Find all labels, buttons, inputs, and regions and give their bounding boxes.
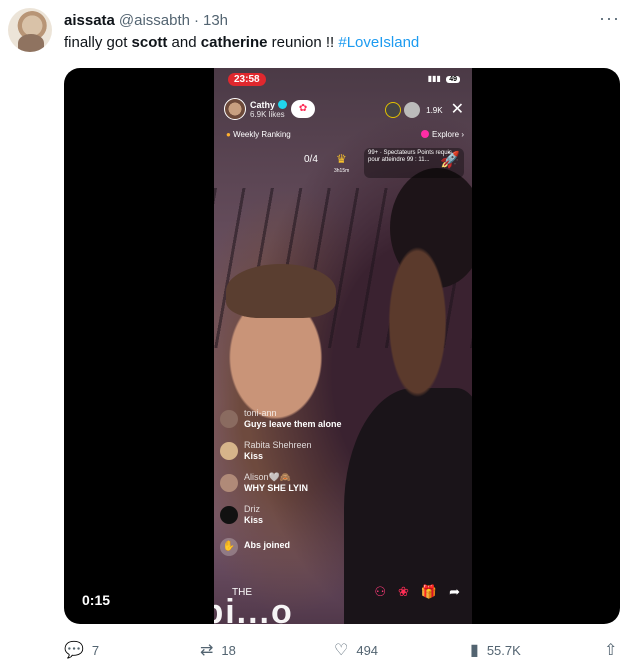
heart-icon: ♡	[334, 642, 349, 659]
like-button[interactable]: ♡ 494	[334, 640, 378, 660]
upload-icon: ⇧	[604, 642, 618, 659]
more-options-icon[interactable]: ···	[599, 8, 620, 29]
comment-user: toni-ann	[244, 408, 277, 418]
tweet-timestamp[interactable]: 13h	[203, 12, 228, 29]
host-avatar[interactable]	[224, 98, 246, 120]
comment-user: Driz	[244, 504, 260, 514]
tweet-text-bold-catherine: catherine	[200, 34, 268, 51]
close-icon[interactable]: ✕	[451, 102, 464, 118]
gift-icon[interactable]: 🎁	[421, 584, 437, 600]
viewer-avatar[interactable]	[385, 102, 402, 118]
host-name-row: Cathy	[250, 99, 288, 110]
host-likes: 6.9K likes	[250, 109, 285, 119]
comment-text: Guys leave them alone	[244, 419, 342, 429]
video-player[interactable]: 23:58 ▮▮▮ 49 Cathy 6.9K likes ✿ 1.9K ✕ ●…	[64, 68, 620, 624]
live-bottom-bar: THE ⚇ ❀ 🎁 ➦ Obi...o	[214, 584, 472, 624]
explore-icon	[420, 130, 429, 138]
join-notice: ✋ Abs joined	[220, 536, 360, 556]
views-icon: ▮	[470, 642, 479, 659]
live-host[interactable]: Cathy 6.9K likes ✿	[224, 98, 316, 120]
flame-icon: ●	[226, 130, 231, 139]
rose-icon[interactable]: ❀	[398, 584, 409, 600]
host-info: Cathy 6.9K likes	[250, 99, 288, 119]
tweet-text-bold-scott: scott	[131, 34, 168, 51]
view-count: 55.7K	[486, 642, 521, 658]
comment-body: Rabita Shehreen Kiss	[244, 440, 312, 462]
verified-icon	[278, 100, 288, 109]
reply-count: 7	[91, 642, 100, 658]
signal-icon: ▮▮▮	[427, 74, 441, 83]
views-button[interactable]: ▮ 55.7K	[470, 640, 521, 660]
comment-item: toni-ann Guys leave them alone	[220, 408, 360, 430]
battery-icon: 49	[446, 76, 460, 83]
comment-text: WHY SHE LYIN	[244, 483, 309, 493]
share-icon[interactable]: ➦	[449, 584, 460, 600]
live-comments: toni-ann Guys leave them alone Rabita Sh…	[220, 408, 360, 566]
share-button[interactable]: ⇧	[604, 640, 625, 660]
comment-body: toni-ann Guys leave them alone	[244, 408, 342, 430]
comment-item: Alison🤍🙈 WHY SHE LYIN	[220, 472, 360, 494]
comment-avatar[interactable]	[220, 410, 238, 428]
weekly-ranking-label: Weekly Ranking	[233, 130, 291, 139]
comment-body: Driz Kiss	[244, 504, 263, 526]
comment-avatar[interactable]	[220, 474, 238, 492]
viewer-bar: 1.9K ✕	[382, 102, 464, 118]
like-count: 494	[356, 642, 379, 658]
video-timestamp: 0:15	[82, 592, 111, 608]
retweet-count: 18	[221, 642, 236, 658]
reply-icon: 💬	[64, 642, 84, 659]
comment-item: Rabita Shehreen Kiss	[220, 440, 360, 462]
guests-icon[interactable]: ⚇	[374, 584, 386, 600]
comment-text: Kiss	[244, 451, 264, 461]
comment-text: Kiss	[244, 515, 264, 525]
video-frame[interactable]: 23:58 ▮▮▮ 49 Cathy 6.9K likes ✿ 1.9K ✕ ●…	[214, 68, 472, 624]
retweet-icon: ⇄	[200, 642, 214, 659]
comment-avatar[interactable]	[220, 442, 238, 460]
person-right	[368, 218, 472, 478]
author-display-name[interactable]: aissata	[64, 12, 115, 29]
phone-clock: 23:58	[228, 73, 266, 86]
weekly-ranking[interactable]: ● Weekly Ranking	[226, 130, 291, 139]
crown-timer: 3h15m	[334, 168, 350, 174]
author-avatar[interactable]	[8, 8, 52, 52]
explore-label: Explore ›	[431, 130, 464, 139]
crown-icon[interactable]: ♛	[336, 152, 347, 166]
wave-icon: ✋	[220, 538, 238, 556]
tweet-actions: 💬 7 ⇄ 18 ♡ 494 ▮ 55.7K ⇧	[64, 638, 620, 662]
phone-status-icons: ▮▮▮ 49	[428, 74, 460, 83]
tweet-text: finally got scott and catherine reunion …	[64, 33, 419, 53]
reply-button[interactable]: 💬 7	[64, 640, 99, 660]
comment-user: Alison🤍🙈	[244, 472, 291, 482]
rocket-icon[interactable]: 🚀	[440, 150, 460, 170]
viewer-avatar[interactable]	[404, 102, 421, 118]
tweet-text-part: finally got	[64, 34, 132, 51]
tweet-header: aissata @aissabth · 13h ···	[64, 8, 622, 30]
tweet-text-part: and	[167, 34, 201, 51]
tweet-text-part: reunion !!	[267, 34, 339, 51]
author-handle[interactable]: @aissabth	[119, 12, 190, 29]
comment-item: Driz Kiss	[220, 504, 360, 526]
viewer-count[interactable]: 1.9K	[426, 106, 442, 115]
comment-user: Rabita Shehreen	[244, 440, 312, 450]
retweet-button[interactable]: ⇄ 18	[200, 640, 236, 660]
live-action-icons: ⚇ ❀ 🎁 ➦	[374, 584, 460, 600]
separator-dot: ·	[193, 11, 199, 29]
hashtag-link[interactable]: #LoveIsland	[338, 34, 419, 51]
person-left-hair	[226, 264, 336, 318]
goal-counter: 0/4	[304, 154, 318, 165]
explore-button[interactable]: Explore ›	[420, 130, 464, 139]
overlay-caption: Obi...o	[214, 593, 294, 624]
join-text: Abs joined	[244, 540, 291, 550]
host-name: Cathy	[250, 99, 276, 110]
comment-avatar[interactable]	[220, 506, 238, 524]
comment-body: Alison🤍🙈 WHY SHE LYIN	[244, 472, 308, 494]
follow-button[interactable]: ✿	[291, 100, 316, 118]
